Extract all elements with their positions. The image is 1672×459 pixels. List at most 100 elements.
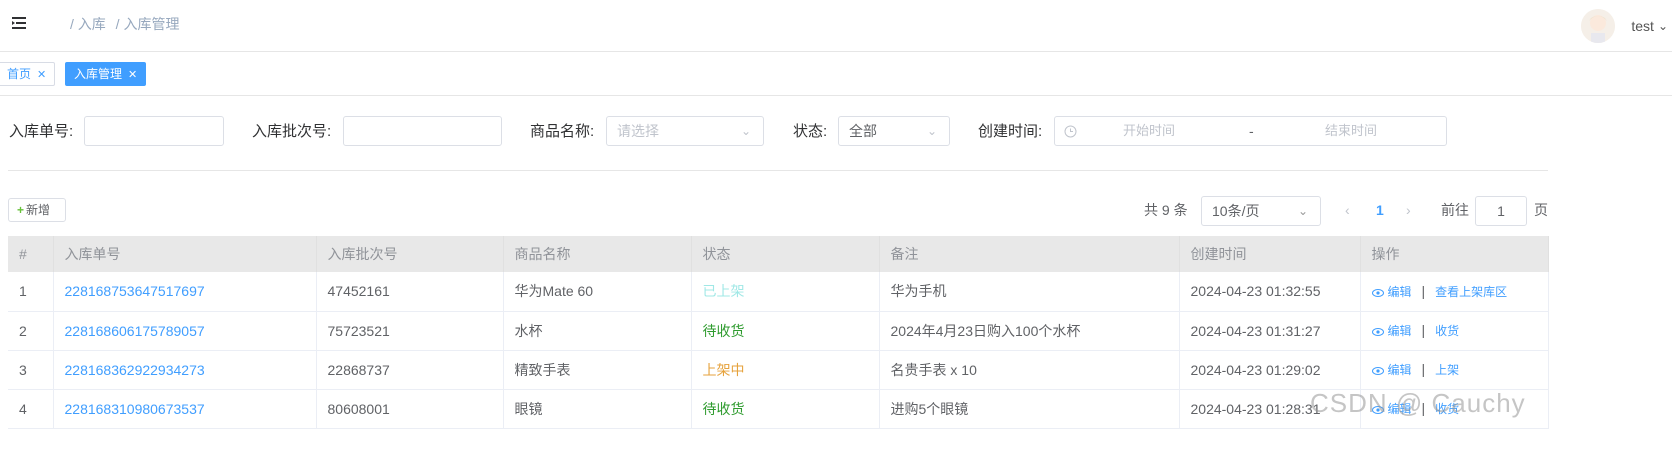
divider	[8, 170, 1548, 171]
created-time-label: 创建时间:	[978, 123, 1043, 140]
status-cell: 已上架	[691, 272, 880, 312]
product-cell: 眼镜	[503, 389, 692, 429]
product-cell: 精致手表	[503, 350, 692, 390]
batch-no-cell: 22868737	[316, 350, 504, 390]
row-index: 3	[8, 350, 54, 390]
order-no-link[interactable]: 228168606175789057	[53, 311, 317, 351]
avatar-image-icon	[1581, 9, 1616, 43]
top-bar: / 入库 / 入库管理 test ⌄	[0, 0, 1672, 52]
breadcrumb: / 入库 / 入库管理	[70, 14, 185, 34]
actions-cell: 编辑 | 收货	[1360, 311, 1549, 351]
created-time-cell: 2024-04-23 01:29:02	[1179, 350, 1361, 390]
batch-no-cell: 80608001	[316, 389, 504, 429]
order-no-link[interactable]: 228168310980673537	[53, 389, 317, 429]
page-number[interactable]: 1	[1376, 196, 1384, 226]
edit-button[interactable]: 编辑	[1371, 363, 1412, 377]
column-header: 操作	[1360, 236, 1549, 272]
order-no-input[interactable]	[84, 116, 224, 146]
order-no-link[interactable]: 228168753647517697	[53, 272, 317, 312]
tag-inbound-management[interactable]: 入库管理 ✕	[65, 62, 147, 86]
table-header-row: # 入库单号 入库批次号 商品名称 状态 备注 创建时间 操作	[8, 236, 1549, 272]
actions-cell: 编辑 | 查看上架库区	[1360, 272, 1549, 312]
created-time-cell: 2024-04-23 01:31:27	[1179, 311, 1361, 351]
edit-label: 编辑	[1387, 324, 1412, 338]
plus-icon: +	[17, 203, 25, 217]
eye-icon	[1371, 366, 1384, 375]
page-size-value: 10条/页	[1212, 203, 1260, 219]
column-header: 创建时间	[1179, 236, 1361, 272]
close-icon[interactable]: ✕	[37, 69, 46, 81]
start-time-input[interactable]: 开始时间	[1123, 117, 1175, 145]
product-name-select[interactable]: 请选择 ⌄	[606, 116, 764, 146]
column-header: 入库单号	[53, 236, 317, 272]
note-cell: 2024年4月23日购入100个水杯	[879, 311, 1180, 351]
batch-no-cell: 47452161	[316, 272, 504, 312]
status-cell: 上架中	[691, 350, 880, 390]
product-cell: 水杯	[503, 311, 692, 351]
add-button[interactable]: + 新增	[8, 198, 66, 222]
batch-no-label: 入库批次号:	[252, 123, 332, 140]
goto-page-input[interactable]: 1	[1475, 196, 1527, 226]
chevron-down-icon: ⌄	[1297, 204, 1308, 218]
edit-button[interactable]: 编辑	[1371, 284, 1412, 299]
table-row: 2 228168606175789057 75723521 水杯 待收货 2024年4月2…	[8, 311, 1549, 351]
table-row: 3 228168362922934273 22868737 精致手表 上架中 名贵手表 x…	[8, 350, 1549, 390]
status-label: 状态:	[793, 123, 828, 140]
created-time-range-picker[interactable]: 开始时间 - 结束时间	[1054, 116, 1447, 146]
secondary-action-button[interactable]: 查看上架库区	[1435, 285, 1507, 299]
end-time-input[interactable]: 结束时间	[1325, 117, 1377, 145]
breadcrumb-item: / 入库管理	[115, 16, 180, 32]
username[interactable]: test	[1631, 18, 1654, 34]
tag-home[interactable]: 首页 ✕	[0, 62, 56, 86]
status-cell: 待收货	[691, 389, 880, 429]
user-menu[interactable]: test ⌄	[1581, 6, 1672, 46]
batch-no-input[interactable]	[343, 116, 502, 146]
table-row: 1 228168753647517697 47452161 华为Mate 60 已上架华…	[8, 272, 1549, 312]
edit-label: 编辑	[1387, 284, 1412, 299]
prev-page-icon[interactable]: ‹	[1345, 196, 1350, 226]
row-index: 4	[8, 389, 54, 429]
note-cell: 名贵手表 x 10	[879, 350, 1180, 390]
add-button-label: 新增	[26, 203, 51, 217]
next-page-icon[interactable]: ›	[1406, 196, 1411, 226]
eye-icon	[1371, 288, 1384, 297]
product-placeholder: 请选择	[617, 123, 659, 139]
action-separator: |	[1421, 282, 1426, 299]
product-cell: 华为Mate 60	[503, 272, 692, 312]
eye-icon	[1371, 327, 1384, 336]
order-no-link[interactable]: 228168362922934273	[53, 350, 317, 390]
batch-no-cell: 75723521	[316, 311, 504, 351]
edit-button[interactable]: 编辑	[1371, 324, 1412, 338]
edit-label: 编辑	[1387, 363, 1412, 377]
secondary-action-button[interactable]: 上架	[1435, 363, 1459, 377]
action-separator: |	[1421, 322, 1426, 338]
breadcrumb-item[interactable]: / 入库	[70, 16, 106, 32]
column-header: 状态	[691, 236, 880, 272]
order-no-label: 入库单号:	[9, 123, 74, 140]
actions-cell: 编辑 | 上架	[1360, 350, 1549, 390]
action-separator: |	[1421, 361, 1426, 377]
column-header: 备注	[879, 236, 1180, 272]
column-header: 商品名称	[503, 236, 692, 272]
row-index: 1	[8, 272, 54, 312]
pagination-total: 共 9 条	[1144, 202, 1188, 218]
status-cell: 待收货	[691, 311, 880, 351]
tag-label: 首页	[7, 67, 32, 81]
status-value: 全部	[849, 123, 877, 139]
created-time-cell: 2024-04-23 01:32:55	[1179, 272, 1361, 312]
avatar[interactable]	[1581, 9, 1616, 43]
column-header: 入库批次号	[316, 236, 504, 272]
clock-icon	[1064, 125, 1077, 138]
chevron-down-icon[interactable]: ⌄	[1658, 19, 1668, 33]
row-index: 2	[8, 311, 54, 351]
status-select[interactable]: 全部 ⌄	[838, 116, 950, 146]
secondary-action-button[interactable]: 收货	[1435, 324, 1459, 338]
page-size-select[interactable]: 10条/页 ⌄	[1201, 196, 1321, 226]
chevron-down-icon: ⌄	[740, 124, 751, 138]
product-name-label: 商品名称:	[530, 123, 595, 140]
menu-toggle-icon[interactable]	[10, 14, 28, 32]
watermark: CSDN @ Cauchy	[1310, 388, 1526, 418]
goto-label: 前往	[1441, 202, 1469, 218]
close-icon[interactable]: ✕	[128, 69, 137, 81]
tag-label: 入库管理	[74, 67, 123, 81]
